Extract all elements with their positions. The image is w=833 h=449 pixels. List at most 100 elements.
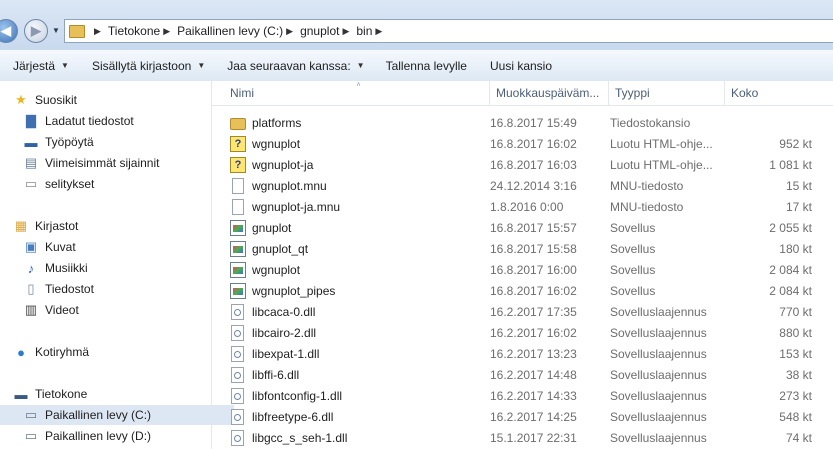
file-size: 548 kt bbox=[779, 409, 812, 424]
file-row[interactable]: platforms 16.8.2017 15:49 Tiedostokansio bbox=[212, 112, 833, 133]
share-with-button[interactable]: Jaa seuraavan kanssa: ▼ bbox=[214, 50, 373, 81]
nav-label: Musiikki bbox=[45, 261, 88, 275]
nav-desktop[interactable]: ▬ Työpöytä bbox=[0, 132, 234, 152]
chevron-right-icon: ▶ bbox=[375, 25, 383, 36]
caret-down-icon: ▼ bbox=[61, 61, 69, 70]
file-row[interactable]: wgnuplot_pipes 16.8.2017 16:02 Sovellus … bbox=[212, 280, 833, 301]
file-row[interactable]: libgcc_s_seh-1.dll 15.1.2017 22:31 Sovel… bbox=[212, 427, 833, 448]
file-row[interactable]: wgnuplot-ja.mnu 1.8.2016 0:00 MNU-tiedos… bbox=[212, 196, 833, 217]
file-type: Sovelluslaajennus bbox=[610, 304, 707, 319]
file-date: 16.2.2017 17:35 bbox=[490, 304, 577, 319]
help-file-icon: ? bbox=[230, 135, 246, 152]
file-row[interactable]: libcairo-2.dll 16.2.2017 16:02 Sovellusl… bbox=[212, 322, 833, 343]
back-arrow-icon: ◀ bbox=[1, 23, 11, 38]
file-name: libfreetype-6.dll bbox=[252, 409, 334, 424]
file-type: Sovellus bbox=[610, 283, 656, 298]
file-name: wgnuplot-ja bbox=[252, 157, 314, 172]
file-date: 16.2.2017 14:33 bbox=[490, 388, 577, 403]
breadcrumb-bin[interactable]: bin ▶ bbox=[356, 24, 389, 38]
column-label: Muokkauspäiväm... bbox=[496, 86, 600, 100]
breadcrumb-gnuplot[interactable]: gnuplot ▶ bbox=[300, 24, 356, 38]
file-size: 38 kt bbox=[785, 367, 812, 382]
file-row[interactable]: libcaca-0.dll 16.2.2017 17:35 Sovellusla… bbox=[212, 301, 833, 322]
column-header-date[interactable]: Muokkauspäiväm... bbox=[490, 81, 609, 105]
dll-file-icon bbox=[231, 429, 244, 446]
dll-file-icon bbox=[231, 387, 244, 404]
nav-computer[interactable]: ▬ Tietokone bbox=[0, 384, 224, 404]
nav-downloads[interactable]: ▇ Ladatut tiedostot bbox=[0, 111, 234, 131]
file-date: 16.8.2017 16:02 bbox=[490, 136, 577, 151]
file-date: 24.12.2014 3:16 bbox=[490, 178, 577, 193]
file-type: Sovellus bbox=[610, 241, 656, 256]
file-row[interactable]: ? wgnuplot-ja 16.8.2017 16:03 Luotu HTML-… bbox=[212, 154, 833, 175]
libraries-icon: ▦ bbox=[14, 218, 28, 233]
nav-favorites[interactable]: ★ Suosikit bbox=[0, 90, 224, 110]
nav-label: Ladatut tiedostot bbox=[45, 114, 134, 128]
breadcrumb-label: Paikallinen levy (C:) bbox=[177, 24, 284, 38]
file-date: 16.2.2017 14:25 bbox=[490, 409, 577, 424]
organize-button[interactable]: Järjestä ▼ bbox=[0, 50, 78, 81]
organize-label: Järjestä bbox=[13, 58, 56, 73]
nav-drive-c[interactable]: ▭ Paikallinen levy (C:) bbox=[0, 405, 234, 425]
chevron-right-icon: ▶ bbox=[286, 25, 294, 36]
address-bar[interactable]: ▶ Tietokone ▶ Paikallinen levy (C:) ▶ gnup… bbox=[64, 19, 833, 43]
nav-recent-places[interactable]: ▤ Viimeisimmät sijainnit bbox=[0, 153, 234, 173]
file-name: wgnuplot bbox=[252, 136, 301, 151]
breadcrumb-root-arrow[interactable]: ▶ bbox=[91, 26, 108, 37]
file-row[interactable]: ? wgnuplot 16.8.2017 16:02 Luotu HTML-ohj… bbox=[212, 133, 833, 154]
file-row[interactable]: libfontconfig-1.dll 16.2.2017 14:33 Sove… bbox=[212, 385, 833, 406]
nav-drive-d[interactable]: ▭ Paikallinen levy (D:) bbox=[0, 426, 234, 446]
file-size: 74 kt bbox=[785, 430, 812, 445]
file-type: MNU-tiedosto bbox=[610, 178, 684, 193]
file-name: wgnuplot_pipes bbox=[252, 283, 336, 298]
burn-label: Tallenna levylle bbox=[385, 58, 467, 73]
nav-documents[interactable]: ▯ Tiedostot bbox=[0, 279, 234, 299]
breadcrumb-drive-c[interactable]: Paikallinen levy (C:) ▶ bbox=[177, 24, 300, 38]
computer-icon: ▬ bbox=[14, 386, 28, 402]
column-header-size[interactable]: Koko bbox=[725, 81, 833, 105]
forward-button[interactable]: ▶ bbox=[24, 19, 48, 43]
file-row[interactable]: libexpat-1.dll 16.2.2017 13:23 Sovellusl… bbox=[212, 343, 833, 364]
file-type: Tiedostokansio bbox=[610, 115, 691, 130]
new-folder-button[interactable]: Uusi kansio bbox=[476, 50, 561, 81]
file-type: Sovelluslaajennus bbox=[610, 325, 707, 340]
folder-icon bbox=[230, 117, 246, 130]
dll-file-icon bbox=[231, 366, 244, 383]
file-type: Sovelluslaajennus bbox=[610, 346, 707, 361]
file-name: libexpat-1.dll bbox=[252, 346, 320, 361]
include-in-library-button[interactable]: Sisällytä kirjastoon ▼ bbox=[78, 50, 214, 81]
forward-arrow-icon: ▶ bbox=[31, 23, 41, 38]
nav-music[interactable]: ♪ Musiikki bbox=[0, 258, 234, 278]
nav-videos[interactable]: ▥ Videot bbox=[0, 300, 234, 320]
nav-label: Suosikit bbox=[35, 93, 78, 107]
file-type: Sovelluslaajennus bbox=[610, 430, 707, 445]
file-row[interactable]: wgnuplot 16.8.2017 16:00 Sovellus 2 084 … bbox=[212, 259, 833, 280]
file-row[interactable]: gnuplot 16.8.2017 15:57 Sovellus 2 055 k… bbox=[212, 217, 833, 238]
file-name: libcaca-0.dll bbox=[252, 304, 316, 319]
file-row[interactable]: wgnuplot.mnu 24.12.2014 3:16 MNU-tiedost… bbox=[212, 175, 833, 196]
nav-pictures[interactable]: ▣ Kuvat bbox=[0, 237, 234, 257]
file-size: 1 081 kt bbox=[769, 157, 812, 172]
column-header-name[interactable]: Nimi ˄ bbox=[224, 81, 490, 105]
dll-file-icon bbox=[231, 303, 244, 320]
file-row[interactable]: libffi-6.dll 16.2.2017 14:48 Sovelluslaa… bbox=[212, 364, 833, 385]
back-button[interactable]: ◀ bbox=[0, 19, 18, 43]
nav-libraries[interactable]: ▦ Kirjastot bbox=[0, 216, 224, 236]
recent-pages-dropdown-icon[interactable]: ▼ bbox=[52, 26, 60, 35]
file-name: libgcc_s_seh-1.dll bbox=[252, 430, 348, 445]
music-icon: ♪ bbox=[27, 260, 35, 276]
nav-label: Tiedostot bbox=[45, 282, 94, 296]
column-header-type[interactable]: Tyyppi bbox=[609, 81, 725, 105]
drive-icon: ▭ bbox=[24, 428, 38, 443]
file-name: libcairo-2.dll bbox=[252, 325, 317, 340]
column-label: Nimi bbox=[230, 86, 254, 100]
breadcrumb-computer[interactable]: Tietokone ▶ bbox=[108, 24, 177, 38]
file-row[interactable]: gnuplot_qt 16.8.2017 15:58 Sovellus 180 … bbox=[212, 238, 833, 259]
burn-button[interactable]: Tallenna levylle bbox=[374, 50, 476, 81]
column-label: Tyyppi bbox=[615, 86, 650, 100]
nav-selitykset[interactable]: ▭ selitykset bbox=[0, 174, 234, 194]
nav-label: Työpöytä bbox=[45, 135, 94, 149]
file-row[interactable]: libfreetype-6.dll 16.2.2017 14:25 Sovell… bbox=[212, 406, 833, 427]
pictures-icon: ▣ bbox=[24, 239, 38, 254]
nav-homegroup[interactable]: ● Kotiryhmä bbox=[0, 342, 224, 362]
